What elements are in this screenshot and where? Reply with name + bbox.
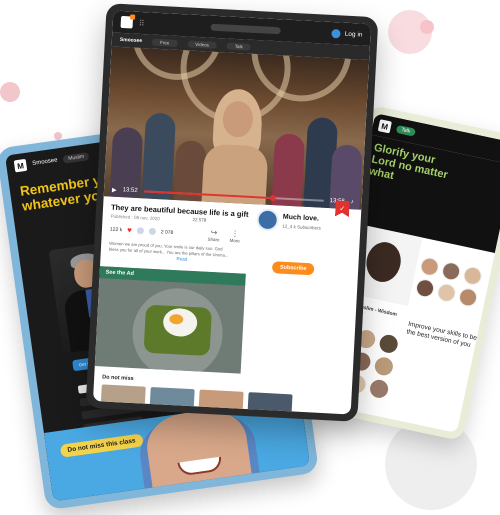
bookmark-badge-icon[interactable]: ✓ [335,200,350,217]
heart-icon[interactable]: ♥ [127,226,132,235]
login-label: Log in [344,30,363,39]
volume-icon[interactable]: ♪ [351,199,354,205]
channel-card: ✓ Much love. 12_4 k Subscribers Subscrib… [249,204,354,299]
ad-block[interactable]: See the Ad [94,266,246,374]
right-avatar-grid [414,256,493,310]
tab-free[interactable]: Free [151,38,178,47]
user-icon [331,28,342,38]
time-current: 13:52 [122,187,138,195]
right-caption-right: Improve your skills to be the best versi… [405,320,478,349]
tab-talk[interactable]: Talk [226,42,252,51]
thumbnail-row [100,384,293,415]
left-brand: Smoosee [31,157,58,167]
brand-name: Smoosee [119,36,143,45]
avatar[interactable] [414,277,436,299]
more-button[interactable]: ⋮ More [229,228,240,244]
right-category-pill[interactable]: Talk [395,124,416,137]
banner-face [142,405,254,499]
avatar[interactable] [461,265,484,287]
search-bar[interactable] [210,23,281,34]
share-label: Share [207,236,220,243]
see-the-ad-label[interactable]: See the Ad [99,266,246,286]
avatar[interactable] [435,282,458,304]
section-title: Do not miss [102,374,134,383]
app-logo-icon[interactable] [120,15,134,29]
view-count: 22 578 [192,216,207,223]
left-category-pill[interactable]: Muslim [62,152,90,164]
portrait-face [362,238,405,286]
like-count: 122 k [109,226,123,233]
do-not-miss-class-label[interactable]: Do not miss this class [59,433,144,458]
decor-circle [0,82,20,102]
dislike-count: 2 078 [160,228,174,236]
decor-circle [420,20,434,34]
reaction-icon[interactable] [136,227,145,235]
video-thumbnail[interactable] [149,386,195,410]
avatar[interactable] [457,286,479,309]
login-button[interactable]: Log in [331,28,363,39]
video-thumbnail[interactable] [247,392,293,415]
channel-avatar[interactable] [256,208,280,232]
avatar[interactable] [373,355,395,378]
avatar[interactable] [418,256,441,278]
video-thumbnail[interactable] [198,389,244,412]
grid-menu-icon[interactable]: ⠿ [139,18,145,27]
app-logo-icon[interactable]: M [13,158,28,173]
more-icon: ⋮ [230,228,240,239]
subscribe-button[interactable]: Subscribe [271,261,315,276]
more-label: More [229,237,240,244]
video-player[interactable]: ▶ 13:52 13:56 ♪ [103,46,370,210]
seek-handle[interactable] [270,194,277,202]
avatar[interactable] [368,378,390,400]
dislike-icon[interactable] [148,227,157,236]
share-icon: ↪ [210,227,218,238]
read-more-link[interactable]: Read [176,256,187,262]
share-button[interactable]: ↪ Share [207,227,220,243]
video-thumbnail[interactable] [100,384,146,407]
play-icon[interactable]: ▶ [112,186,117,193]
subscriber-count: 12_4 k Subscribers [282,223,321,231]
channel-name: Much love. [282,213,320,223]
center-tablet-screen: ⠿ Log in Smoosee Free Videos Talk ▶ 13:5… [92,10,372,415]
avatar[interactable] [440,260,462,282]
seek-progress [143,190,274,200]
video-description: Women we are proud of you. Your smile is… [108,240,229,258]
avatar[interactable] [377,333,400,355]
center-tablet: ⠿ Log in Smoosee Free Videos Talk ▶ 13:5… [85,3,379,422]
app-logo-icon[interactable]: M [377,119,392,134]
tab-videos[interactable]: Videos [187,39,218,49]
